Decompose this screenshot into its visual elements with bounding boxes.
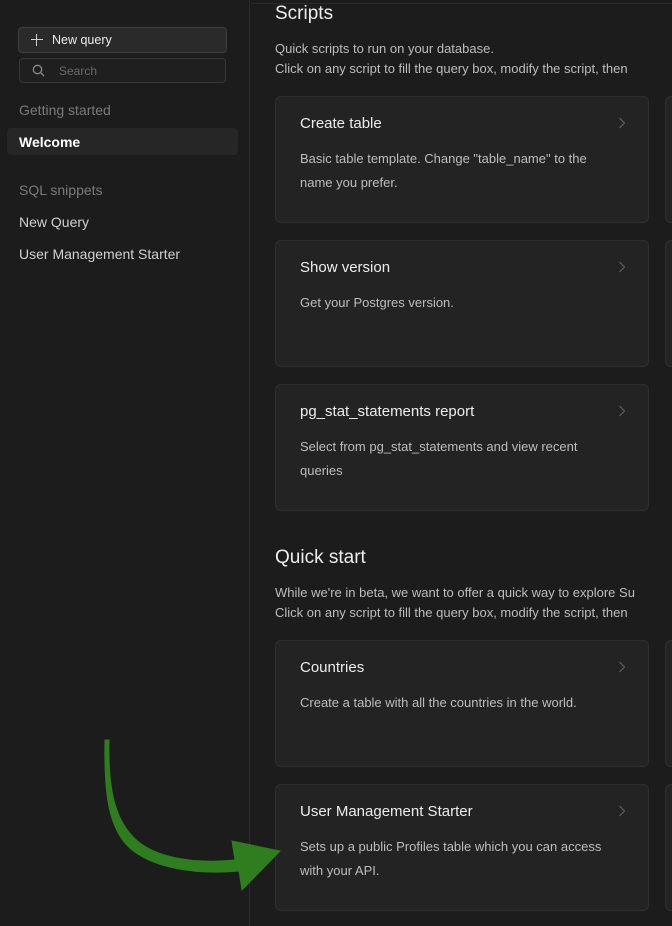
scripts-description-line1: Quick scripts to run on your database.: [275, 41, 494, 56]
chevron-right-icon: [619, 661, 626, 673]
quickstart-card-partial[interactable]: [665, 640, 672, 767]
arrow-annotation: [104, 739, 281, 892]
quick-start-description-line2: Click on any script to fill the query bo…: [275, 605, 628, 620]
scripts-description-line2: Click on any script to fill the query bo…: [275, 61, 628, 76]
quick-start-description-line1: While we're in beta, we want to offer a …: [275, 585, 635, 600]
sql-editor-app: New query Getting started Welcome SQL sn…: [0, 0, 672, 926]
card-title: pg_stat_statements report: [300, 403, 475, 420]
card-description: Create a table with all the countries in…: [300, 695, 577, 710]
search-field[interactable]: [19, 58, 226, 83]
card-description: Select from pg_stat_statements and view …: [300, 439, 578, 478]
chevron-right-icon: [619, 261, 626, 273]
new-query-button[interactable]: New query: [18, 27, 227, 53]
getting-started-heading: Getting started: [19, 102, 111, 118]
chevron-right-icon: [619, 805, 626, 817]
main-content: Scripts Quick scripts to run on your dat…: [251, 0, 672, 926]
chevron-right-icon: [619, 405, 626, 417]
card-description: Basic table template. Change "table_name…: [300, 151, 587, 190]
script-card-pg-stat-statements[interactable]: pg_stat_statements report Select from pg…: [275, 384, 649, 511]
script-card-create-table[interactable]: Create table Basic table template. Chang…: [275, 96, 649, 223]
quickstart-card-user-management-starter[interactable]: User Management Starter Sets up a public…: [275, 784, 649, 911]
sidebar-item-user-management-starter[interactable]: User Management Starter: [19, 246, 180, 262]
sql-snippets-heading: SQL snippets: [19, 182, 103, 198]
script-card-partial[interactable]: [665, 240, 672, 367]
quickstart-card-countries[interactable]: Countries Create a table with all the co…: [275, 640, 649, 767]
sidebar-item-new-query[interactable]: New Query: [19, 214, 89, 230]
card-title: Show version: [300, 259, 391, 276]
scripts-heading: Scripts: [275, 3, 334, 24]
chevron-right-icon: [619, 117, 626, 129]
quickstart-card-partial[interactable]: [665, 784, 672, 911]
plus-icon: [30, 33, 44, 47]
card-title: Create table: [300, 115, 382, 132]
quick-start-heading: Quick start: [275, 547, 366, 568]
search-input[interactable]: [59, 63, 199, 78]
sidebar-item-welcome-label: Welcome: [19, 134, 81, 150]
script-card-partial[interactable]: [665, 96, 672, 223]
search-icon: [32, 64, 45, 77]
card-title: User Management Starter: [300, 803, 473, 820]
card-description: Get your Postgres version.: [300, 295, 454, 310]
script-card-show-version[interactable]: Show version Get your Postgres version.: [275, 240, 649, 367]
card-description: Sets up a public Profiles table which yo…: [300, 839, 602, 878]
sidebar-item-welcome[interactable]: Welcome: [7, 128, 238, 155]
card-title: Countries: [300, 659, 365, 676]
new-query-label: New query: [52, 33, 112, 47]
